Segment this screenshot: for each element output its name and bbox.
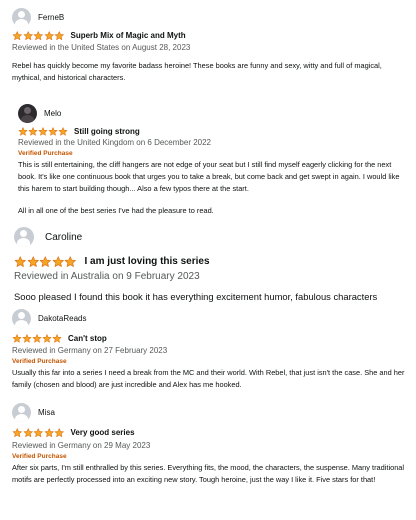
review-date: Reviewed in Germany on 29 May 2023 [12, 440, 151, 450]
review-title[interactable]: I am just loving this series [85, 256, 210, 267]
review-title[interactable]: Very good series [71, 428, 135, 437]
review-title-row: Still going strong [18, 127, 416, 136]
star-rating[interactable] [12, 334, 62, 343]
review-title-row: Superb Mix of Magic and Myth [12, 31, 416, 41]
star-icon [28, 127, 38, 136]
review-body: After six parts, I'm still enthralled by… [12, 462, 408, 486]
review-body: Usually this far into a series I need a … [12, 367, 408, 391]
star-icon [23, 428, 33, 438]
star-icon [32, 334, 42, 343]
star-rating[interactable] [12, 428, 65, 438]
star-icon [33, 31, 43, 41]
avatar[interactable] [12, 309, 31, 328]
star-icon [12, 428, 22, 438]
review-body: This is still entertaining, the cliff ha… [18, 159, 408, 217]
review-header: Caroline [14, 227, 416, 247]
verified-purchase-badge: Verified Purchase [12, 452, 67, 460]
star-icon [54, 31, 64, 41]
profile-name[interactable]: Caroline [45, 232, 82, 243]
avatar[interactable] [18, 104, 37, 123]
star-icon [44, 428, 54, 438]
review-title[interactable]: Superb Mix of Magic and Myth [71, 31, 186, 40]
review-body: Rebel has quickly become my favorite bad… [12, 60, 408, 84]
review-date: Reviewed in the United States on August … [12, 42, 191, 52]
profile-name[interactable]: Melo [44, 109, 61, 118]
star-icon [48, 127, 58, 136]
avatar[interactable] [14, 227, 34, 247]
review-paragraph: This is still entertaining, the cliff ha… [18, 160, 400, 193]
star-icon [38, 127, 48, 136]
review-title-row: Very good series [12, 428, 416, 438]
star-icon [42, 334, 52, 343]
review-paragraph: Usually this far into a series I need a … [12, 368, 405, 389]
review-card: Melo Still going strong Reviewed in the … [0, 104, 416, 217]
review-header: FerneB [12, 8, 416, 27]
star-icon [12, 334, 22, 343]
star-icon [18, 127, 28, 136]
review-body: Sooo pleased I found this book it has ev… [14, 291, 410, 303]
star-icon [52, 256, 64, 267]
review-paragraph: Rebel has quickly become my favorite bad… [12, 60, 382, 82]
star-icon [23, 31, 33, 41]
star-icon [22, 334, 32, 343]
star-rating[interactable] [14, 256, 77, 268]
star-rating[interactable] [12, 31, 65, 41]
review-card: Caroline I am just loving this series Re… [0, 227, 416, 303]
profile-name[interactable]: FerneB [38, 13, 64, 22]
star-icon [52, 334, 62, 343]
review-header: DakotaReads [12, 309, 416, 328]
review-date: Reviewed in the United Kingdom on 6 Dece… [18, 138, 212, 147]
review-date: Reviewed in Australia on 9 February 2023 [14, 270, 200, 282]
verified-purchase-badge: Verified Purchase [18, 150, 73, 157]
star-icon [14, 256, 26, 267]
review-paragraph: Sooo pleased I found this book it has ev… [14, 290, 378, 302]
star-icon [58, 127, 68, 136]
review-header: Misa [12, 403, 416, 422]
avatar[interactable] [12, 8, 31, 27]
star-icon [64, 256, 76, 267]
profile-name[interactable]: Misa [38, 408, 55, 417]
profile-name[interactable]: DakotaReads [38, 314, 86, 323]
star-rating[interactable] [18, 127, 68, 136]
review-title-row: I am just loving this series [14, 256, 416, 268]
review-paragraph: After six parts, I'm still enthralled by… [12, 462, 405, 484]
star-icon [39, 256, 51, 267]
star-icon [44, 31, 54, 41]
review-paragraph: All in all one of the best series I've h… [18, 206, 214, 215]
star-icon [12, 31, 22, 41]
review-title[interactable]: Still going strong [74, 127, 140, 136]
review-card: FerneB Superb Mix of Magic and Myth Revi… [0, 8, 416, 84]
star-icon [54, 428, 64, 438]
star-icon [27, 256, 39, 267]
review-title-row: Can't stop [12, 334, 416, 343]
review-date: Reviewed in Germany on 27 February 2023 [12, 346, 168, 355]
star-icon [33, 428, 43, 438]
avatar[interactable] [12, 403, 31, 422]
review-title[interactable]: Can't stop [68, 334, 107, 343]
review-header: Melo [18, 104, 416, 123]
review-card: DakotaReads Can't stop Reviewed in Germa… [0, 309, 416, 391]
verified-purchase-badge: Verified Purchase [12, 358, 67, 365]
review-card: Misa Very good series Reviewed in German… [0, 403, 416, 486]
